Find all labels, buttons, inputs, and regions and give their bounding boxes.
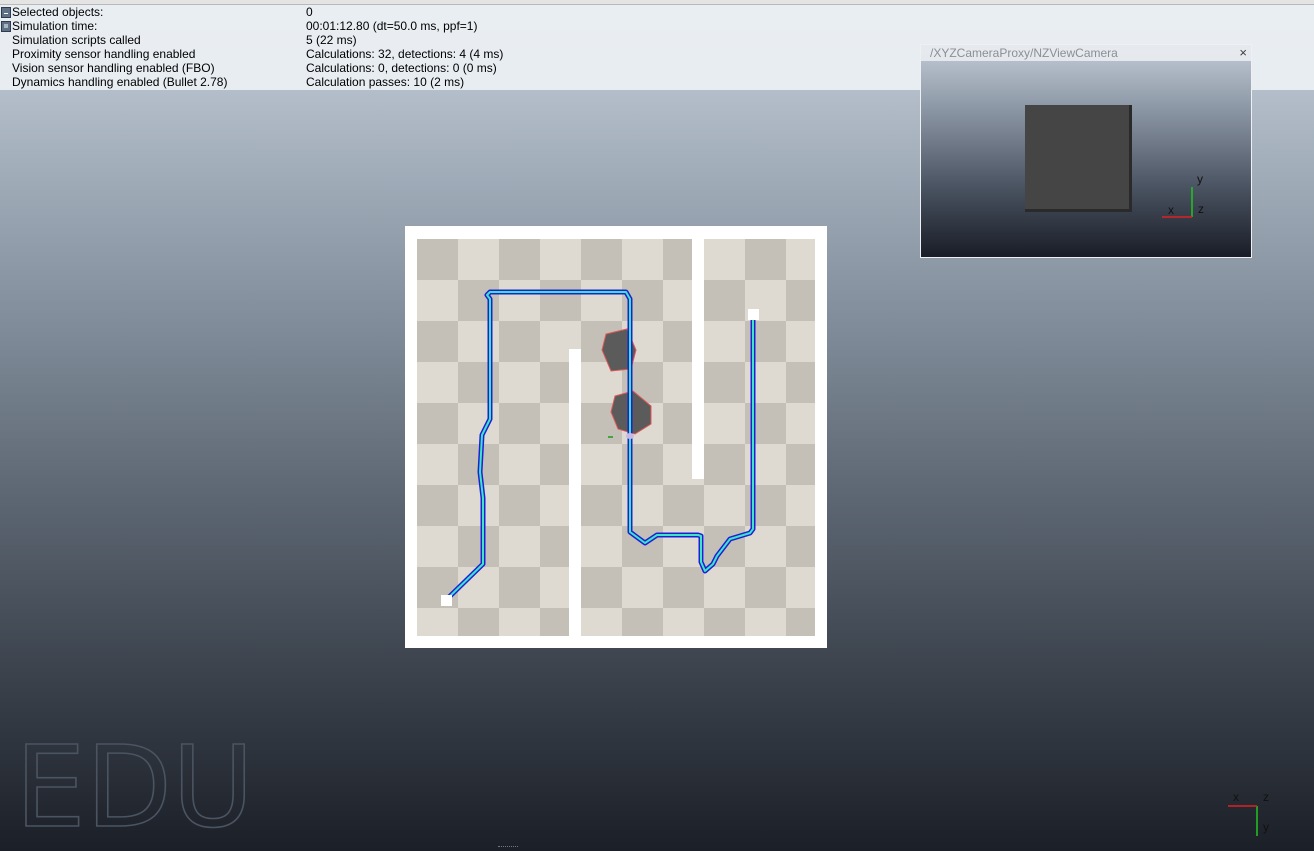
- info-value: Calculations: 32, detections: 4 (4 ms): [306, 47, 504, 61]
- edu-watermark: EDU: [14, 722, 250, 846]
- info-label: Dynamics handling enabled (Bullet 2.78): [12, 75, 228, 89]
- info-label: Simulation scripts called: [12, 33, 141, 47]
- camera-view-title: /XYZCameraProxy/NZViewCamera: [930, 46, 1118, 60]
- info-label: Selected objects:: [12, 5, 104, 19]
- z-axis-label: z: [1263, 790, 1269, 804]
- x-axis-label: x: [1168, 203, 1174, 217]
- robot[interactable]: [626, 433, 634, 439]
- maze-arena[interactable]: [405, 226, 827, 648]
- info-label: Proximity sensor handling enabled: [12, 47, 196, 61]
- main-axis-gizmo: x z y: [1228, 790, 1269, 836]
- y-axis-label: y: [1197, 172, 1203, 186]
- info-value: Calculations: 0, detections: 0 (0 ms): [306, 61, 497, 75]
- start-marker[interactable]: [441, 595, 452, 606]
- toggle-info-button[interactable]: [1, 21, 11, 32]
- z-axis-label: z: [1198, 202, 1204, 216]
- viewport-bottom-marker: [498, 846, 518, 848]
- camera-view-titlebar[interactable]: /XYZCameraProxy/NZViewCamera ×: [921, 45, 1251, 61]
- info-label: Simulation time:: [12, 19, 98, 33]
- camera-floating-view[interactable]: /XYZCameraProxy/NZViewCamera × y x z: [920, 44, 1252, 258]
- x-axis-label: x: [1233, 790, 1239, 804]
- goal-marker[interactable]: [748, 309, 759, 320]
- inner-wall-left: [569, 349, 581, 636]
- close-icon[interactable]: ×: [1239, 45, 1247, 61]
- info-value: 0: [306, 5, 313, 19]
- y-axis-label: y: [1263, 820, 1269, 834]
- camera-axis-gizmo: y x z: [1162, 172, 1204, 218]
- watermark-text: EDU: [15, 723, 250, 846]
- cuboid-object[interactable]: [1025, 105, 1132, 212]
- info-value: Calculation passes: 10 (2 ms): [306, 75, 465, 89]
- collapse-info-button[interactable]: [1, 7, 11, 18]
- inner-wall-right: [692, 239, 704, 479]
- info-label: Vision sensor handling enabled (FBO): [12, 61, 215, 75]
- info-value: 5 (22 ms): [306, 33, 357, 47]
- info-value: 00:01:12.80 (dt=50.0 ms, ppf=1): [306, 19, 478, 33]
